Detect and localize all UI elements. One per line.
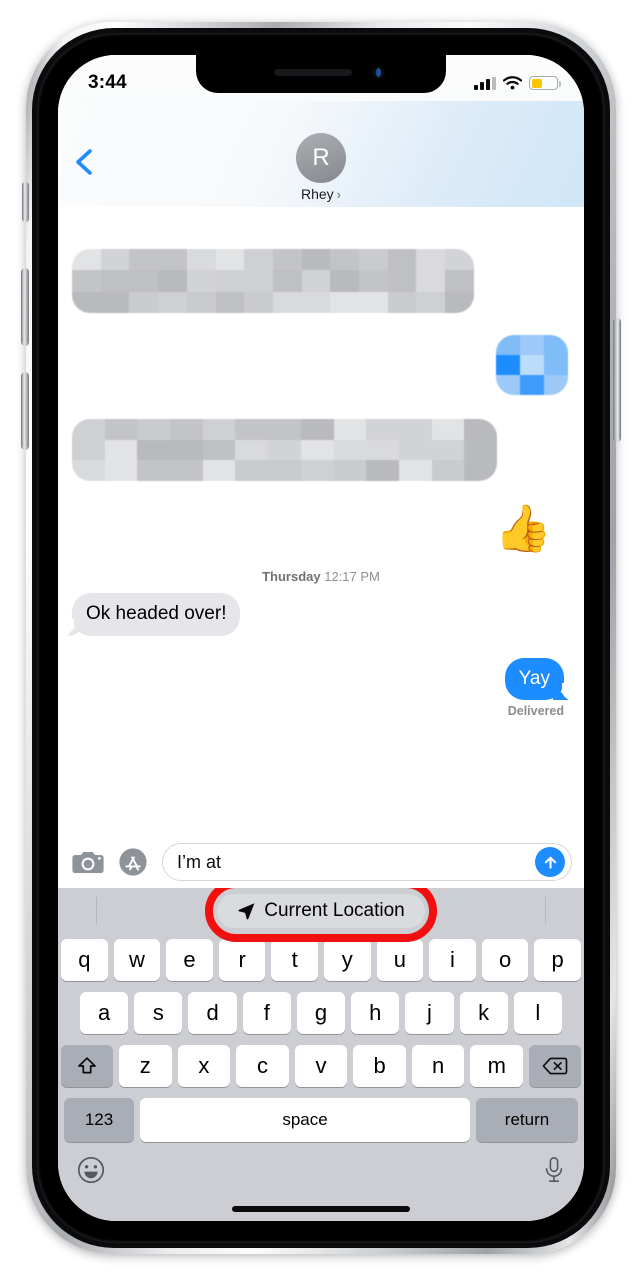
- key-o[interactable]: o: [481, 939, 529, 981]
- key-j[interactable]: j: [405, 992, 454, 1034]
- incoming-message-bubble[interactable]: Ok headed over!: [63, 592, 241, 636]
- key-b[interactable]: b: [353, 1045, 406, 1087]
- space-key[interactable]: space: [140, 1098, 470, 1142]
- key-l[interactable]: l: [513, 992, 562, 1034]
- timestamp-time: 12:17 PM: [324, 568, 380, 584]
- shift-key[interactable]: [61, 1045, 113, 1087]
- key-z[interactable]: z: [119, 1045, 172, 1087]
- key-h[interactable]: h: [351, 992, 400, 1034]
- camera-button[interactable]: [70, 844, 106, 880]
- day-timestamp: Thursday 12:17 PM: [72, 569, 570, 584]
- cellular-bars-icon: [474, 76, 496, 90]
- key-x[interactable]: x: [177, 1045, 231, 1087]
- front-camera: [372, 66, 385, 79]
- shift-arrow-up-icon: [78, 1057, 96, 1074]
- key-s[interactable]: s: [134, 992, 183, 1034]
- send-button[interactable]: [535, 847, 565, 877]
- camera-icon: [72, 852, 104, 873]
- keyboard-row-2: asdfghjkl: [61, 992, 581, 1034]
- emoji-message: 👍: [494, 501, 552, 554]
- message-text-field[interactable]: I’m at: [162, 843, 572, 881]
- volume-down-button[interactable]: [21, 372, 29, 450]
- location-arrow-icon: [238, 903, 255, 920]
- earpiece-speaker: [274, 69, 352, 76]
- battery-icon: [529, 76, 561, 90]
- backspace-key[interactable]: [529, 1045, 581, 1087]
- key-y[interactable]: y: [324, 939, 371, 981]
- contact-name-label: Rhey: [300, 186, 334, 202]
- back-button[interactable]: [72, 147, 98, 177]
- redacted-message-bubble: [72, 249, 474, 313]
- app-store-icon: [119, 848, 147, 876]
- key-e[interactable]: e: [166, 939, 213, 981]
- redacted-message-bubble-blue: [496, 334, 568, 395]
- emoji-key[interactable]: [77, 1156, 105, 1189]
- key-a[interactable]: a: [80, 992, 129, 1034]
- contact-header[interactable]: R Rhey ›: [296, 133, 346, 202]
- keyboard-footer: [61, 1150, 581, 1189]
- redacted-message-bubble: [72, 418, 497, 481]
- screenshot-stage: R Rhey › 3:44 👍 Thursday 12:17 PM Ok hea…: [0, 0, 642, 1274]
- predictive-suggestion-bar: Current Location: [58, 879, 584, 942]
- avatar: R: [296, 133, 346, 183]
- message-input-value[interactable]: I’m at: [177, 852, 535, 873]
- key-k[interactable]: k: [459, 992, 508, 1034]
- key-q[interactable]: q: [61, 939, 108, 981]
- contact-detail-chevron-icon: ›: [336, 186, 342, 202]
- key-f[interactable]: f: [242, 992, 291, 1034]
- message-row: Ok headed over!: [63, 592, 570, 636]
- outgoing-message-bubble[interactable]: Yay: [504, 657, 573, 701]
- key-d[interactable]: d: [188, 992, 237, 1034]
- backspace-delete-icon: [542, 1057, 568, 1075]
- volume-up-button[interactable]: [21, 268, 29, 346]
- message-row: 👍: [72, 503, 570, 553]
- key-n[interactable]: n: [411, 1045, 465, 1087]
- key-m[interactable]: m: [470, 1045, 524, 1087]
- onscreen-keyboard[interactable]: qwertyuiop asdfghjkl zxcvbnm 123 space r…: [58, 933, 584, 1221]
- letter-keys-row-3: zxcvbnm: [119, 1045, 524, 1087]
- emoji-smiley-icon: [77, 1156, 105, 1184]
- current-location-label: Current Location: [264, 899, 405, 921]
- contact-name-row[interactable]: Rhey ›: [301, 186, 341, 202]
- numbers-key[interactable]: 123: [64, 1098, 134, 1142]
- current-location-suggestion[interactable]: Current Location: [217, 893, 425, 928]
- status-time: 3:44: [88, 72, 127, 93]
- status-indicators: [474, 76, 561, 90]
- power-button[interactable]: [613, 318, 621, 442]
- message-row: Yay: [72, 657, 573, 701]
- timestamp-day: Thursday: [262, 568, 321, 584]
- key-i[interactable]: i: [429, 939, 476, 981]
- delivery-status-label: Delivered: [507, 704, 564, 719]
- key-p[interactable]: p: [534, 939, 581, 981]
- suggestion-divider: [545, 897, 546, 924]
- notch: [196, 55, 446, 93]
- key-v[interactable]: v: [294, 1045, 348, 1087]
- key-r[interactable]: r: [218, 939, 266, 981]
- wifi-icon: [503, 76, 522, 90]
- return-key[interactable]: return: [476, 1098, 578, 1142]
- keyboard-row-4: 123 space return: [61, 1098, 581, 1142]
- conversation-thread[interactable]: 👍 Thursday 12:17 PM Ok headed over! Yay …: [58, 207, 584, 836]
- key-u[interactable]: u: [376, 939, 424, 981]
- message-row: [72, 249, 570, 313]
- microphone-icon: [545, 1156, 563, 1182]
- key-w[interactable]: w: [113, 939, 161, 981]
- back-chevron-icon: [76, 149, 92, 175]
- key-c[interactable]: c: [236, 1045, 289, 1087]
- dictation-key[interactable]: [543, 1156, 565, 1189]
- keyboard-row-1: qwertyuiop: [61, 939, 581, 981]
- phone-screen: R Rhey › 3:44 👍 Thursday 12:17 PM Ok hea…: [58, 55, 584, 1221]
- message-input-bar: I’m at: [58, 836, 584, 888]
- key-t[interactable]: t: [271, 939, 318, 981]
- message-row: [72, 418, 570, 481]
- mute-switch-button[interactable]: [22, 182, 29, 222]
- key-g[interactable]: g: [296, 992, 346, 1034]
- message-row: [72, 334, 570, 395]
- send-arrow-up-icon: [544, 856, 556, 869]
- suggestion-divider: [96, 897, 97, 924]
- keyboard-row-3: zxcvbnm: [61, 1045, 581, 1087]
- home-indicator[interactable]: [232, 1206, 410, 1212]
- app-store-button[interactable]: [116, 844, 152, 880]
